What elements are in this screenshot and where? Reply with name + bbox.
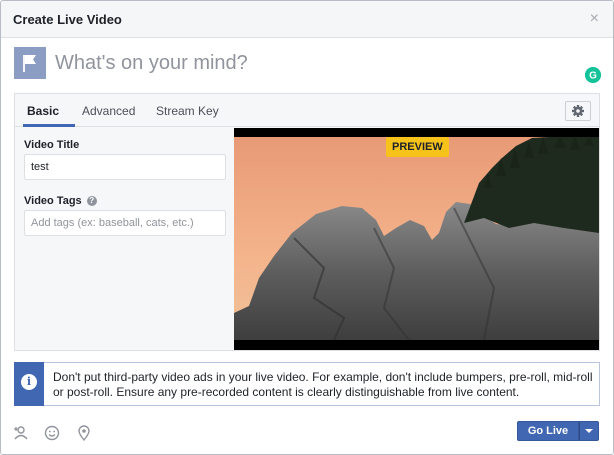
video-title-input[interactable] — [24, 154, 226, 180]
tag-people-icon[interactable] — [13, 425, 29, 441]
video-title-label: Video Title — [24, 139, 80, 151]
video-preview: PREVIEW — [234, 128, 599, 350]
dialog-header: Create Live Video × — [1, 1, 613, 38]
basic-form: Video Title Video Tags ? — [15, 128, 234, 350]
video-tags-input[interactable] — [24, 210, 226, 236]
location-icon[interactable] — [76, 425, 92, 442]
close-icon[interactable]: × — [590, 11, 599, 27]
go-live-button[interactable]: Go Live — [517, 421, 579, 441]
flag-icon — [14, 47, 46, 79]
dialog-title: Create Live Video — [13, 12, 122, 27]
preview-badge: PREVIEW — [386, 137, 449, 157]
ad-policy-notice: i Don't put third-party video ads in you… — [14, 362, 600, 406]
notice-accent-bar: i — [14, 362, 44, 406]
gear-icon[interactable] — [565, 101, 591, 121]
chevron-down-icon[interactable] — [579, 421, 599, 441]
tab-stream-key[interactable]: Stream Key — [156, 104, 219, 118]
status-input[interactable]: What's on your mind? — [55, 52, 248, 75]
create-live-video-dialog: Create Live Video × What's on your mind?… — [0, 0, 614, 455]
active-tab-indicator — [23, 124, 75, 127]
grammarly-letter: G — [589, 71, 597, 82]
composer: What's on your mind? G — [1, 38, 613, 90]
feeling-icon[interactable] — [44, 425, 60, 441]
video-tags-label: Video Tags ? — [24, 195, 97, 207]
dialog-footer: Go Live — [1, 417, 613, 454]
info-icon: i — [21, 374, 37, 390]
live-settings-panel: Basic Advanced Stream Key Video Title te… — [14, 93, 600, 351]
mountain-scene-image — [234, 128, 599, 350]
notice-text: Don't put third-party video ads in your … — [53, 370, 593, 399]
video-tags-label-text: Video Tags — [24, 195, 82, 207]
grammarly-icon[interactable]: G — [585, 67, 601, 83]
tab-basic[interactable]: Basic — [27, 104, 59, 118]
info-icon[interactable]: ? — [86, 196, 97, 206]
tab-bar: Basic Advanced Stream Key — [15, 94, 599, 127]
tab-advanced[interactable]: Advanced — [82, 104, 135, 118]
